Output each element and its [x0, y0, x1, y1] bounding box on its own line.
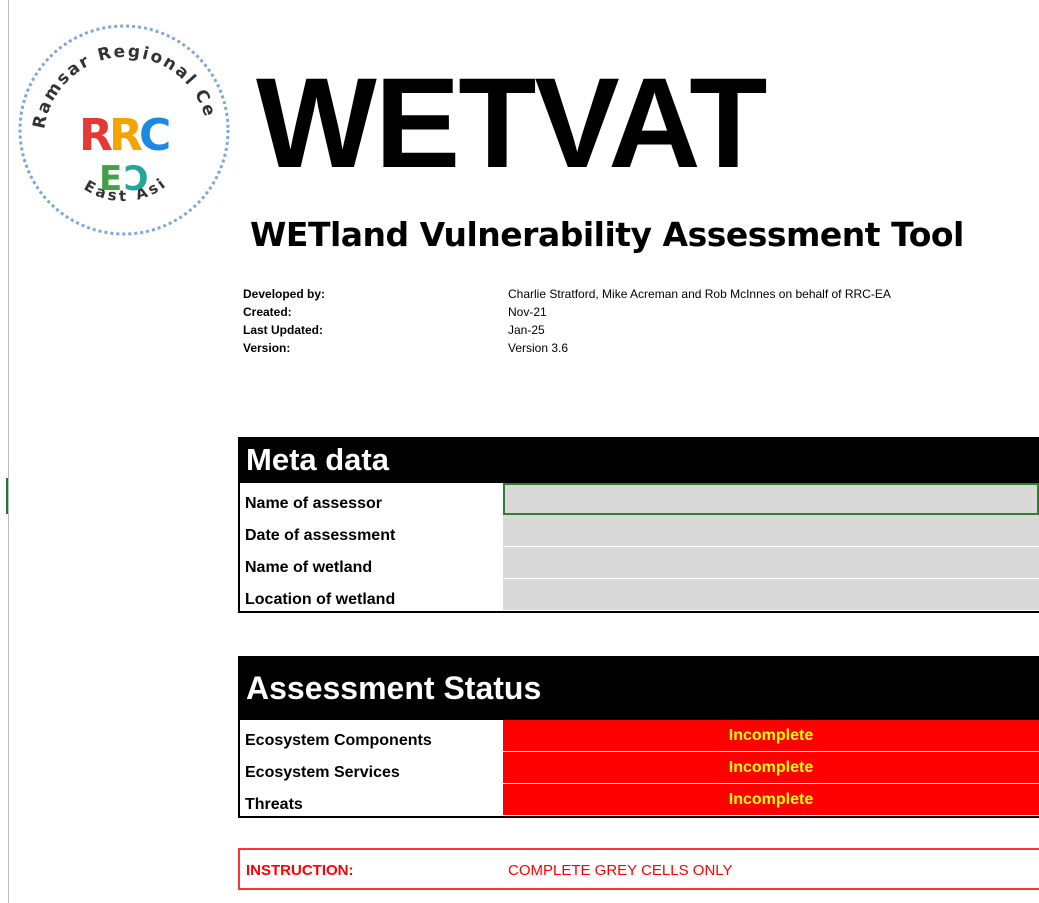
- app-subtitle: WETland Vulnerability Assessment Tool: [250, 215, 964, 254]
- status-label: Ecosystem Services: [238, 752, 503, 784]
- instruction-label: INSTRUCTION:: [246, 862, 354, 879]
- assessment-date-input[interactable]: [503, 515, 1039, 547]
- meta-label: Location of wetland: [238, 579, 503, 611]
- status-label: Ecosystem Components: [238, 720, 503, 752]
- app-title: WETVAT: [256, 52, 767, 195]
- meta-label: Name of wetland: [238, 547, 503, 579]
- info-key: Last Updated:: [243, 323, 324, 337]
- info-value: Version 3.6: [508, 341, 569, 355]
- wetland-location-input[interactable]: [503, 579, 1039, 611]
- status-row-threats: Threats Incomplete: [238, 784, 1039, 816]
- logo-letter-r1: R: [79, 110, 113, 161]
- meta-data-header: Meta data: [238, 437, 1039, 483]
- rrc-ea-logo: Ramsar Regional Center East Asia R R C E…: [11, 22, 230, 236]
- logo-letter-a: Ↄ: [124, 159, 149, 199]
- status-row-components: Ecosystem Components Incomplete: [238, 720, 1039, 752]
- wetland-name-input[interactable]: [503, 547, 1039, 579]
- sheet-left-border: [8, 0, 9, 903]
- info-value: Jan-25: [508, 323, 545, 337]
- status-label: Threats: [238, 784, 503, 816]
- instruction-box: INSTRUCTION: COMPLETE GREY CELLS ONLY: [238, 848, 1039, 890]
- status-table-bottom-border: [238, 816, 1039, 818]
- info-key: Version:: [243, 341, 291, 355]
- meta-label: Date of assessment: [238, 515, 503, 547]
- instruction-text: COMPLETE GREY CELLS ONLY: [508, 862, 733, 879]
- status-row-services: Ecosystem Services Incomplete: [238, 752, 1039, 784]
- logo-letter-r2: R: [109, 110, 143, 161]
- meta-data-table: Name of assessor Date of assessment Name…: [238, 483, 1039, 611]
- info-value: Charlie Stratford, Mike Acreman and Rob …: [508, 287, 891, 301]
- status-badge: Incomplete: [503, 752, 1039, 784]
- logo-letter-c: C: [139, 110, 171, 161]
- meta-label: Name of assessor: [238, 483, 503, 515]
- info-key: Developed by:: [243, 287, 326, 301]
- info-key: Created:: [243, 305, 292, 319]
- row-selection-marker: [6, 478, 8, 514]
- logo-letter-e: E: [99, 159, 122, 199]
- assessment-status-header: Assessment Status: [238, 656, 1039, 720]
- status-badge: Incomplete: [503, 784, 1039, 816]
- assessor-name-input[interactable]: [503, 483, 1039, 515]
- info-value: Nov-21: [508, 305, 547, 319]
- assessment-status-table: Ecosystem Components Incomplete Ecosyste…: [238, 720, 1039, 816]
- meta-row-wetland-name: Name of wetland: [238, 547, 1039, 579]
- meta-row-assessor: Name of assessor: [238, 483, 1039, 515]
- meta-table-bottom-border: [238, 611, 1039, 613]
- status-badge: Incomplete: [503, 720, 1039, 752]
- meta-row-date: Date of assessment: [238, 515, 1039, 547]
- meta-row-location: Location of wetland: [238, 579, 1039, 611]
